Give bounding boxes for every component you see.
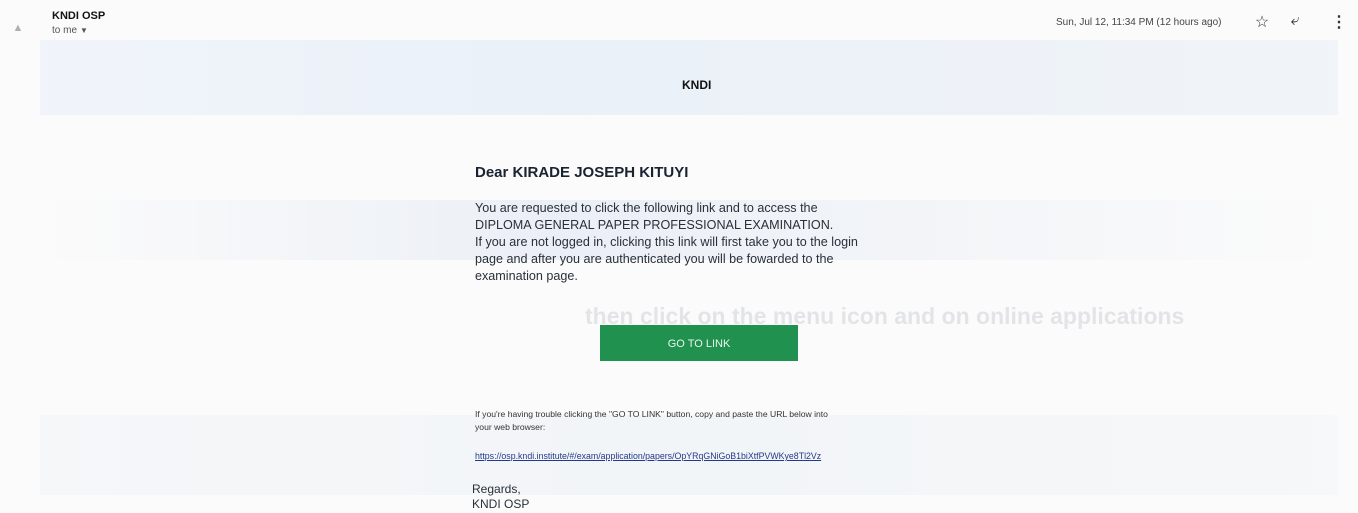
email-datetime: Sun, Jul 12, 11:34 PM (12 hours ago) [1056, 17, 1222, 28]
exam-url-link[interactable]: https://osp.kndi.institute/#/exam/applic… [475, 451, 821, 461]
reply-icon[interactable]: ⤶ [1286, 12, 1304, 30]
recipient-label: to me [52, 25, 78, 36]
signature: KNDI OSP [472, 497, 530, 511]
recipient-toggle[interactable]: to me ▼ [52, 25, 88, 36]
sender-name: KNDI OSP [52, 10, 106, 22]
email-header: ▲ KNDI OSP to me ▼ Sun, Jul 12, 11:34 PM … [0, 0, 1358, 40]
body-line: If you are not logged in, clicking this … [475, 235, 858, 249]
body-line: You are requested to click the following… [475, 201, 818, 215]
brand-title: KNDI [682, 78, 712, 92]
greeting: Dear KIRADE JOSEPH KITUYI [475, 164, 689, 181]
caret-down-icon: ▼ [80, 26, 88, 35]
star-icon[interactable]: ☆ [1253, 12, 1271, 32]
trouble-line: your web browser: [475, 421, 546, 432]
body-line: page and after you are authenticated you… [475, 252, 834, 266]
body-line: examination page. [475, 269, 578, 283]
signoff: Regards, [472, 482, 521, 496]
email-body: You are requested to click the following… [475, 200, 925, 285]
body-line: DIPLOMA GENERAL PAPER PROFESSIONAL EXAMI… [475, 218, 834, 232]
trouble-note: If you're having trouble clicking the "G… [475, 408, 935, 433]
signoff-block: Regards, KNDI OSP [472, 482, 529, 512]
trouble-line: If you're having trouble clicking the "G… [475, 409, 828, 419]
person-icon: ▲ [12, 22, 24, 34]
go-to-link-button[interactable]: GO TO LINK [600, 325, 798, 361]
more-vert-icon[interactable]: ⋮ [1330, 12, 1348, 32]
